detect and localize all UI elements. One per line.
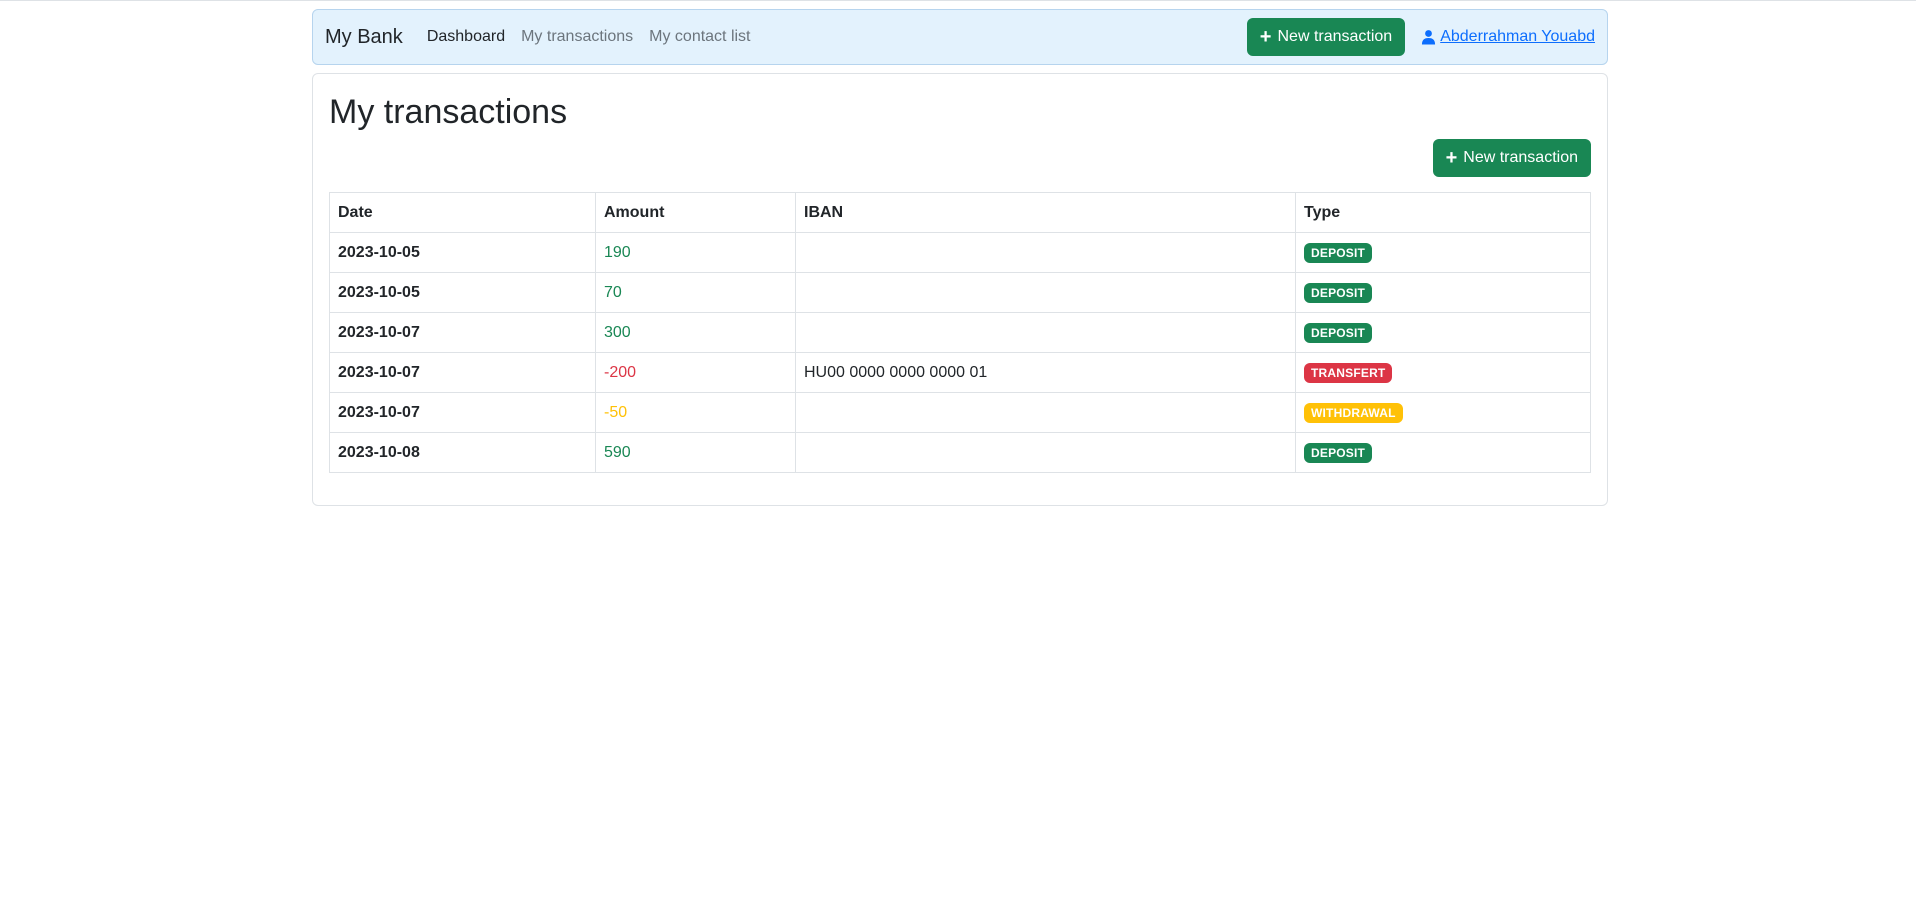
row-date: 2023-10-05 (329, 232, 596, 274)
row-date: 2023-10-05 (329, 272, 596, 314)
type-badge: DEPOSIT (1304, 242, 1373, 263)
table-row: 2023-10-08 590 DEPOSIT (329, 432, 1591, 474)
row-type: WITHDRAWAL (1295, 392, 1591, 434)
transactions-table: Date Amount IBAN Type 2023-10-05 190 DEP… (329, 192, 1591, 474)
row-amount: 300 (595, 312, 796, 354)
row-amount: -200 (595, 352, 796, 394)
row-iban (795, 392, 1296, 434)
row-type: DEPOSIT (1295, 272, 1591, 314)
table-row: 2023-10-07 -200 HU00 0000 0000 0000 01 T… (329, 352, 1591, 394)
row-type: DEPOSIT (1295, 232, 1591, 274)
type-badge: TRANSFERT (1304, 362, 1393, 383)
nav-link-my-transactions[interactable]: My transactions (521, 28, 633, 46)
table-row: 2023-10-07 300 DEPOSIT (329, 312, 1591, 354)
row-amount: 590 (595, 432, 796, 474)
new-transaction-label: New transaction (1463, 149, 1578, 167)
transactions-card: My transactions + New transaction Date A… (312, 73, 1608, 507)
brand[interactable]: My Bank (325, 26, 403, 49)
type-badge: WITHDRAWAL (1304, 402, 1403, 423)
app-container: My Bank Dashboard My transactions My con… (312, 9, 1608, 507)
navbar-right: + New transaction Abderrahman Youabd (1246, 18, 1595, 56)
header-type: Type (1295, 192, 1591, 234)
row-amount: -50 (595, 392, 796, 434)
table-row: 2023-10-05 190 DEPOSIT (329, 232, 1591, 274)
table-row: 2023-10-07 -50 WITHDRAWAL (329, 392, 1591, 434)
row-iban (795, 272, 1296, 314)
type-badge: DEPOSIT (1304, 442, 1373, 463)
navbar: My Bank Dashboard My transactions My con… (312, 9, 1608, 65)
row-date: 2023-10-08 (329, 432, 596, 474)
nav-links: Dashboard My transactions My contact lis… (427, 28, 751, 46)
row-amount: 190 (595, 232, 796, 274)
user-name: Abderrahman Youabd (1440, 28, 1595, 45)
header-date: Date (329, 192, 596, 234)
table-header-row: Date Amount IBAN Type (329, 192, 1591, 234)
row-date: 2023-10-07 (329, 352, 596, 394)
nav-link-my-contact-list[interactable]: My contact list (649, 28, 750, 46)
type-badge: DEPOSIT (1304, 282, 1373, 303)
navbar-new-transaction-label: New transaction (1277, 28, 1393, 45)
card-toolbar: + New transaction (329, 139, 1591, 178)
row-iban: HU00 0000 0000 0000 01 (795, 352, 1296, 394)
header-amount: Amount (595, 192, 796, 234)
row-date: 2023-10-07 (329, 392, 596, 434)
table-row: 2023-10-05 70 DEPOSIT (329, 272, 1591, 314)
page-title: My transactions (329, 93, 568, 131)
new-transaction-button[interactable]: + New transaction (1432, 139, 1591, 178)
navbar-new-transaction-button[interactable]: + New transaction (1246, 18, 1406, 56)
nav-link-dashboard[interactable]: Dashboard (427, 28, 505, 46)
row-type: DEPOSIT (1295, 432, 1591, 474)
row-iban (795, 232, 1296, 274)
row-type: DEPOSIT (1295, 312, 1591, 354)
header-iban: IBAN (795, 192, 1296, 234)
user-icon (1422, 30, 1436, 45)
plus-icon: + (1445, 147, 1458, 170)
row-date: 2023-10-07 (329, 312, 596, 354)
user-profile-link[interactable]: Abderrahman Youabd (1421, 28, 1595, 46)
row-amount: 70 (595, 272, 796, 314)
row-type: TRANSFERT (1295, 352, 1591, 394)
row-iban (795, 432, 1296, 474)
row-iban (795, 312, 1296, 354)
type-badge: DEPOSIT (1304, 322, 1373, 343)
plus-icon: + (1259, 26, 1272, 48)
